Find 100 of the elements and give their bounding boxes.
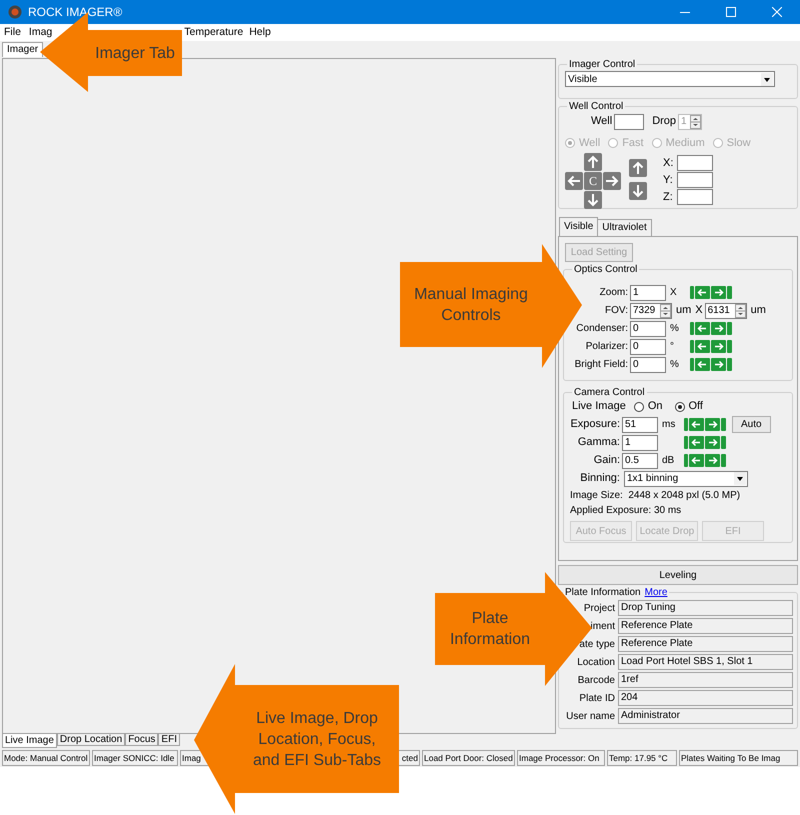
tab[interactable]: Ultraviolet	[597, 219, 652, 236]
maximize-icon	[726, 7, 736, 17]
tab[interactable]: Focus	[125, 734, 158, 746]
unit-label: X	[670, 286, 678, 300]
status-cell: Load Port Door: Closed	[422, 750, 515, 766]
close-icon	[772, 7, 782, 17]
menu-item[interactable]: Imag	[28, 24, 54, 40]
menu-item[interactable]: Help	[248, 24, 272, 40]
input-field[interactable]: 1	[622, 434, 658, 450]
status-cell: Plates Waiting To Be Imag	[679, 750, 798, 766]
coordinate-field[interactable]	[677, 189, 713, 205]
readonly-field: Administrator	[618, 708, 793, 724]
window-title: ROCK IMAGER®	[28, 4, 122, 21]
center-button[interactable]: C	[584, 172, 602, 190]
radio-button[interactable]	[608, 138, 618, 148]
radio-label: Fast	[622, 136, 644, 151]
unit-label: %	[670, 322, 680, 336]
nudge-arrows-icon[interactable]	[690, 358, 732, 371]
tab[interactable]: Visible	[559, 217, 598, 236]
radio-button[interactable]	[565, 138, 575, 148]
nudge-arrows-icon[interactable]	[684, 418, 726, 431]
input-field[interactable]: 0	[630, 356, 666, 372]
status-cell: Image Processor: On	[517, 750, 605, 766]
radio-label: Medium	[666, 136, 705, 151]
radio-label: Off	[688, 399, 703, 414]
axis-label: X:	[663, 156, 674, 171]
field-label: Well	[591, 114, 612, 130]
field-label: Gain:	[592, 453, 620, 468]
nudge-arrows-icon[interactable]	[684, 436, 726, 449]
group-title: Camera Control	[573, 387, 646, 398]
left-arrow-button[interactable]	[565, 172, 583, 190]
mode-dropdown[interactable]: Visible	[565, 71, 775, 87]
input-field[interactable]: 0	[630, 320, 666, 336]
unit-label: um	[676, 303, 692, 318]
menu-item[interactable]: File	[3, 24, 22, 40]
spinner-icon[interactable]	[690, 114, 702, 128]
fov-spin-field[interactable]: 6131	[704, 302, 747, 318]
unit-label: dB	[662, 454, 676, 468]
unit-label: ms	[662, 418, 676, 432]
binning-dropdown[interactable]: 1x1 binning	[624, 470, 748, 486]
tab[interactable]: EFI	[158, 734, 180, 746]
group-title: Plate Information	[565, 587, 641, 598]
field-label: User name	[565, 710, 615, 724]
field-label: Location	[576, 656, 615, 670]
leveling-button[interactable]: Leveling	[558, 565, 798, 585]
field-label: Zoom:	[598, 286, 628, 300]
field-label: Exposure:	[570, 417, 620, 432]
field-label: Drop	[652, 114, 676, 130]
menu-item[interactable]: Temperature	[183, 24, 244, 40]
spinner-icon[interactable]	[660, 304, 671, 318]
input-field[interactable]: 51	[622, 416, 658, 432]
up-arrow-button[interactable]	[584, 153, 602, 171]
input-field[interactable]: 0	[630, 338, 666, 354]
group-title: Imager Control	[568, 59, 636, 70]
radio-button[interactable]	[712, 138, 723, 148]
nudge-arrows-icon[interactable]	[690, 340, 732, 353]
coordinate-field[interactable]	[677, 172, 713, 188]
tab[interactable]: Live Image	[2, 734, 57, 748]
nudge-arrows-icon[interactable]	[690, 322, 732, 335]
spinner-icon[interactable]	[734, 304, 746, 318]
tab[interactable]: Drop Location	[56, 734, 126, 746]
group-title: Optics Control	[573, 264, 638, 275]
nudge-arrows-icon[interactable]	[690, 286, 732, 299]
radio-button[interactable]	[652, 138, 662, 148]
tab[interactable]: Imager	[2, 42, 44, 57]
field-label: Gamma:	[576, 435, 620, 450]
field-label: Plate ID	[578, 692, 615, 706]
fov-spin-field[interactable]: 7329	[630, 302, 672, 318]
input-field[interactable]: 0.5	[622, 452, 658, 468]
coordinate-field[interactable]	[677, 155, 713, 171]
nudge-arrows-icon[interactable]	[684, 454, 726, 467]
down-arrow-button[interactable]	[629, 182, 647, 200]
field-label: Project	[582, 602, 615, 616]
callout-text: Imager Tab	[95, 44, 175, 64]
down-arrow-button[interactable]	[584, 191, 602, 209]
field-label: Condenser:	[575, 322, 628, 336]
up-arrow-button[interactable]	[629, 159, 647, 177]
field-label: Bright Field:	[574, 358, 628, 372]
field-label: Binning:	[579, 471, 620, 486]
field-label: Live Image	[572, 399, 626, 414]
field-label: iment	[590, 620, 615, 634]
radio-label: On	[648, 399, 662, 414]
readonly-field: Reference Plate	[618, 636, 793, 652]
right-arrow-button[interactable]	[603, 172, 621, 190]
unit-label: °	[670, 340, 675, 354]
radio-button[interactable]	[674, 402, 684, 412]
radio-label: Well	[579, 136, 600, 151]
more-link[interactable]: More	[644, 587, 668, 598]
input-field[interactable]: 1	[630, 284, 666, 300]
status-cell: Temp: 17.95 °C	[607, 750, 677, 766]
well-field[interactable]	[614, 114, 644, 130]
radio-button[interactable]	[634, 402, 644, 412]
unit-label: %	[670, 358, 680, 372]
separator-label: X	[695, 303, 703, 318]
unit-label: um	[750, 303, 766, 318]
readonly-field: Reference Plate	[618, 618, 793, 634]
field-label: FOV:	[604, 304, 628, 318]
field-label: Barcode	[576, 674, 615, 688]
auto-button[interactable]: Auto	[732, 416, 771, 433]
readonly-field: Drop Tuning	[618, 600, 793, 616]
